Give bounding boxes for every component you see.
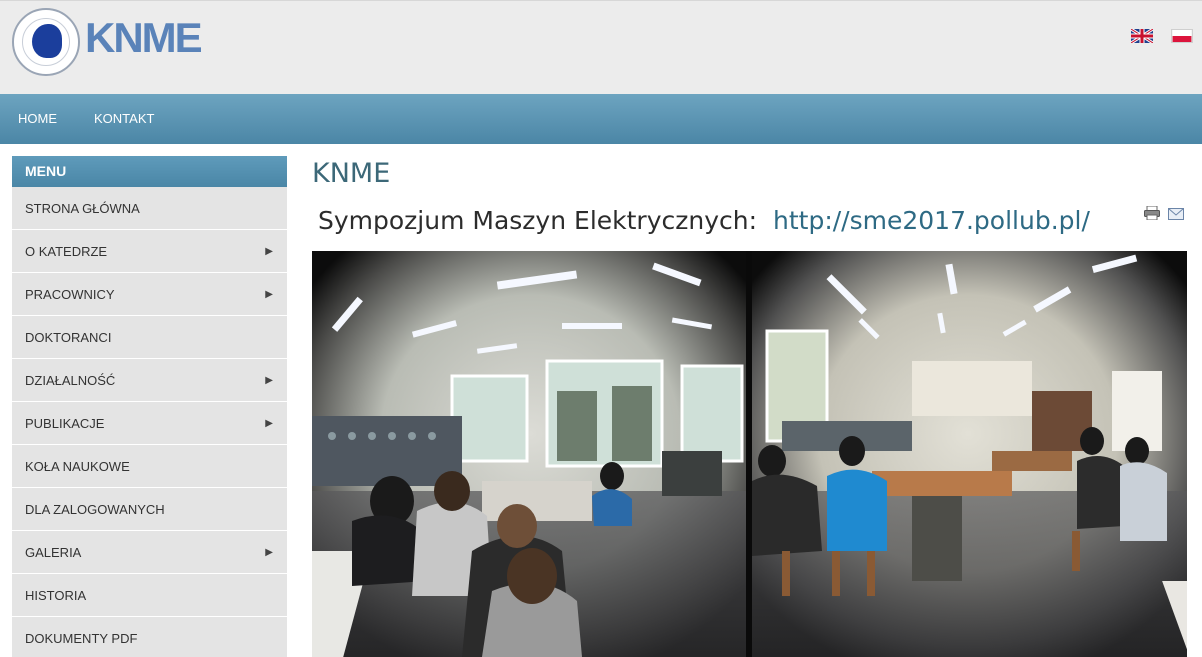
- sidebar-item-o-katedrze[interactable]: O KATEDRZE ▶: [12, 230, 287, 273]
- pl-flag-icon[interactable]: [1171, 29, 1193, 43]
- nav-home-link[interactable]: HOME: [18, 94, 57, 144]
- sidebar-item-label: O KATEDRZE: [25, 244, 108, 259]
- top-navigation: HOME KONTAKT: [0, 94, 1202, 144]
- sidebar-item-label: PUBLIKACJE: [25, 416, 105, 431]
- symposium-label: Sympozjum Maszyn Elektrycznych:: [318, 206, 758, 235]
- sidebar-item-label: DOKTORANCI: [25, 330, 112, 345]
- sidebar-item-label: HISTORIA: [25, 588, 87, 603]
- submenu-arrow-icon: ▶: [265, 246, 273, 257]
- sidebar-item-historia[interactable]: HISTORIA: [12, 574, 287, 617]
- nav-contact-link[interactable]: KONTAKT: [94, 94, 154, 144]
- sidebar-item-label: PRACOWNICY: [25, 287, 115, 302]
- sidebar-item-label: STRONA GŁÓWNA: [25, 201, 140, 216]
- sidebar-item-label: DOKUMENTY PDF: [25, 631, 138, 646]
- sidebar-item-label: GALERIA: [25, 545, 82, 560]
- submenu-arrow-icon: ▶: [265, 375, 273, 386]
- sidebar-item-pracownicy[interactable]: PRACOWNICY ▶: [12, 273, 287, 316]
- uk-flag-icon[interactable]: [1131, 29, 1153, 43]
- print-icon[interactable]: [1144, 206, 1160, 220]
- sidebar-item-publikacje[interactable]: PUBLIKACJE ▶: [12, 402, 287, 445]
- sidebar-item-doktoranci[interactable]: DOKTORANCI: [12, 316, 287, 359]
- sidebar-item-kola-naukowe[interactable]: KOŁA NAUKOWE: [12, 445, 287, 488]
- sidebar-item-label: DLA ZALOGOWANYCH: [25, 502, 165, 517]
- logo-seal-icon: [12, 8, 80, 76]
- submenu-arrow-icon: ▶: [265, 289, 273, 300]
- menu-title: MENU: [12, 156, 287, 187]
- sidebar-item-galeria[interactable]: GALERIA ▶: [12, 531, 287, 574]
- sidebar-item-dzialalnosc[interactable]: DZIAŁALNOŚĆ ▶: [12, 359, 287, 402]
- logo-text: KNME: [85, 14, 203, 61]
- email-icon[interactable]: [1168, 208, 1184, 220]
- sidebar-menu: MENU STRONA GŁÓWNA O KATEDRZE ▶ PRACOWNIC…: [12, 156, 287, 657]
- symposium-heading: Sympozjum Maszyn Elektrycznych: http://sm…: [318, 206, 1090, 235]
- symposium-link[interactable]: http://sme2017.pollub.pl/: [773, 206, 1090, 235]
- submenu-arrow-icon: ▶: [265, 547, 273, 558]
- laboratory-panorama-photo: [312, 251, 1187, 657]
- sidebar-item-dokumenty-pdf[interactable]: DOKUMENTY PDF: [12, 617, 287, 657]
- sidebar-item-strona-glowna[interactable]: STRONA GŁÓWNA: [12, 187, 287, 230]
- site-logo[interactable]: KNME: [12, 8, 203, 78]
- sidebar-item-label: DZIAŁALNOŚĆ: [25, 373, 116, 388]
- page-title: KNME: [312, 158, 391, 189]
- site-header: KNME: [0, 0, 1202, 94]
- submenu-arrow-icon: ▶: [265, 418, 273, 429]
- sidebar-item-dla-zalogowanych[interactable]: DLA ZALOGOWANYCH: [12, 488, 287, 531]
- sidebar-item-label: KOŁA NAUKOWE: [25, 459, 130, 474]
